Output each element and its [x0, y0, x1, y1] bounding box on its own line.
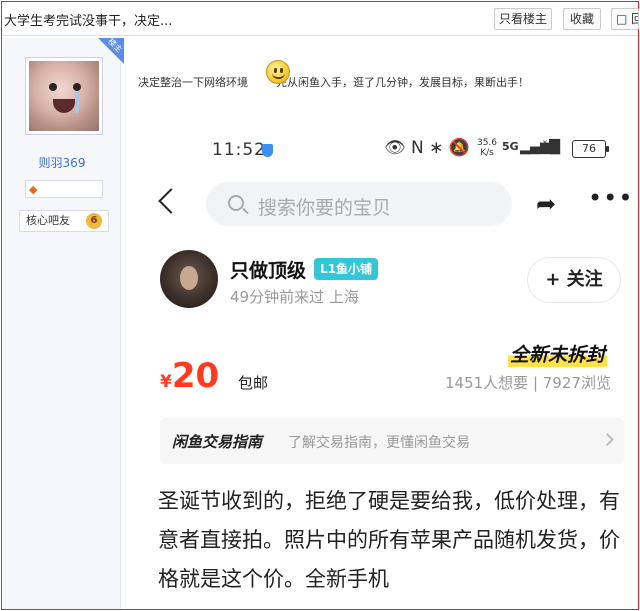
- search-placeholder: 搜索你要的宝贝: [258, 197, 392, 219]
- shield-icon: [262, 144, 273, 157]
- post-text: 决定整治一下网络环境 先从闲鱼入手，逛了几分钟，发展目标，果断出手！: [138, 74, 529, 90]
- status-icons: 👁 N ∗ 🔕: [384, 138, 470, 158]
- network-speed: 35.6 K/s: [476, 138, 498, 158]
- battery-icon: 76: [572, 140, 609, 158]
- price: ¥20: [160, 356, 220, 396]
- listing-stats: 1451人想要 | 7927浏览: [445, 374, 611, 392]
- group-level-icon: 6: [86, 213, 102, 229]
- post-text-before: 决定整治一下网络环境: [138, 76, 248, 89]
- author-name[interactable]: 则羽369: [3, 154, 121, 171]
- reply-icon: □: [616, 12, 628, 26]
- trade-guide-banner: 闲鱼交易指南 了解交易指南，更懂闲鱼交易: [160, 418, 624, 464]
- smiley-emoji-icon: [266, 60, 290, 84]
- search-icon: [228, 195, 244, 211]
- guide-title: 闲鱼交易指南: [172, 433, 263, 451]
- seller-name: 只做顶级: [230, 260, 307, 282]
- seller-tag: L1鱼小铺: [314, 258, 378, 280]
- avatar[interactable]: [25, 57, 103, 135]
- post-text-after: 先从闲鱼入手，逛了几分钟，发展目标，果断出手！: [276, 76, 529, 89]
- network-type: 5G: [502, 140, 519, 153]
- search-bar: 搜索你要的宝贝: [206, 182, 512, 226]
- condition-label: 全新未拆封: [508, 340, 608, 367]
- thread-header: 大学生考完试没事干，决定... 只看楼主 收藏 □ 回复: [2, 2, 639, 36]
- chevron-right-icon: [601, 433, 614, 446]
- seller-avatar: [160, 250, 218, 308]
- more-icon: •••: [588, 184, 634, 212]
- seller-subtitle: 49分钟前来过 上海: [230, 288, 359, 306]
- member-group-badge[interactable]: 核心吧友 6: [19, 210, 109, 232]
- member-group-label: 核心吧友: [26, 214, 70, 227]
- follow-button: + 关注: [528, 258, 620, 302]
- back-icon: [158, 188, 184, 214]
- post-image[interactable]: 11:52 👁 N ∗ 🔕 35.6 K/s 5G ▂▄▆█ ˣll 76 搜索…: [122, 118, 636, 607]
- reply-button[interactable]: □ 回复: [611, 8, 639, 30]
- status-time: 11:52: [212, 140, 266, 160]
- favorite-button[interactable]: 收藏: [563, 8, 601, 30]
- no-signal-icon: ˣll: [542, 138, 555, 153]
- shipping-label: 包邮: [238, 374, 269, 392]
- author-sidebar: 楼主 则羽369 ◆ 核心吧友 6: [3, 37, 124, 609]
- only-op-button[interactable]: 只看楼主: [494, 8, 552, 30]
- level-icon: ◆: [29, 183, 38, 196]
- thread-title: 大学生考完试没事干，决定...: [4, 14, 173, 29]
- op-badge: 楼主: [98, 37, 124, 64]
- avatar-image: [29, 61, 99, 131]
- reply-label: 回复: [631, 12, 638, 26]
- listing-description: 圣诞节收到的，拒绝了硬是要给我，低价处理，有意者直接拍。照片中的所有苹果产品随机…: [158, 489, 620, 591]
- level-badge[interactable]: ◆: [25, 180, 103, 198]
- guide-desc: 了解交易指南，更懂闲鱼交易: [288, 435, 470, 451]
- share-icon: ➦: [536, 190, 557, 218]
